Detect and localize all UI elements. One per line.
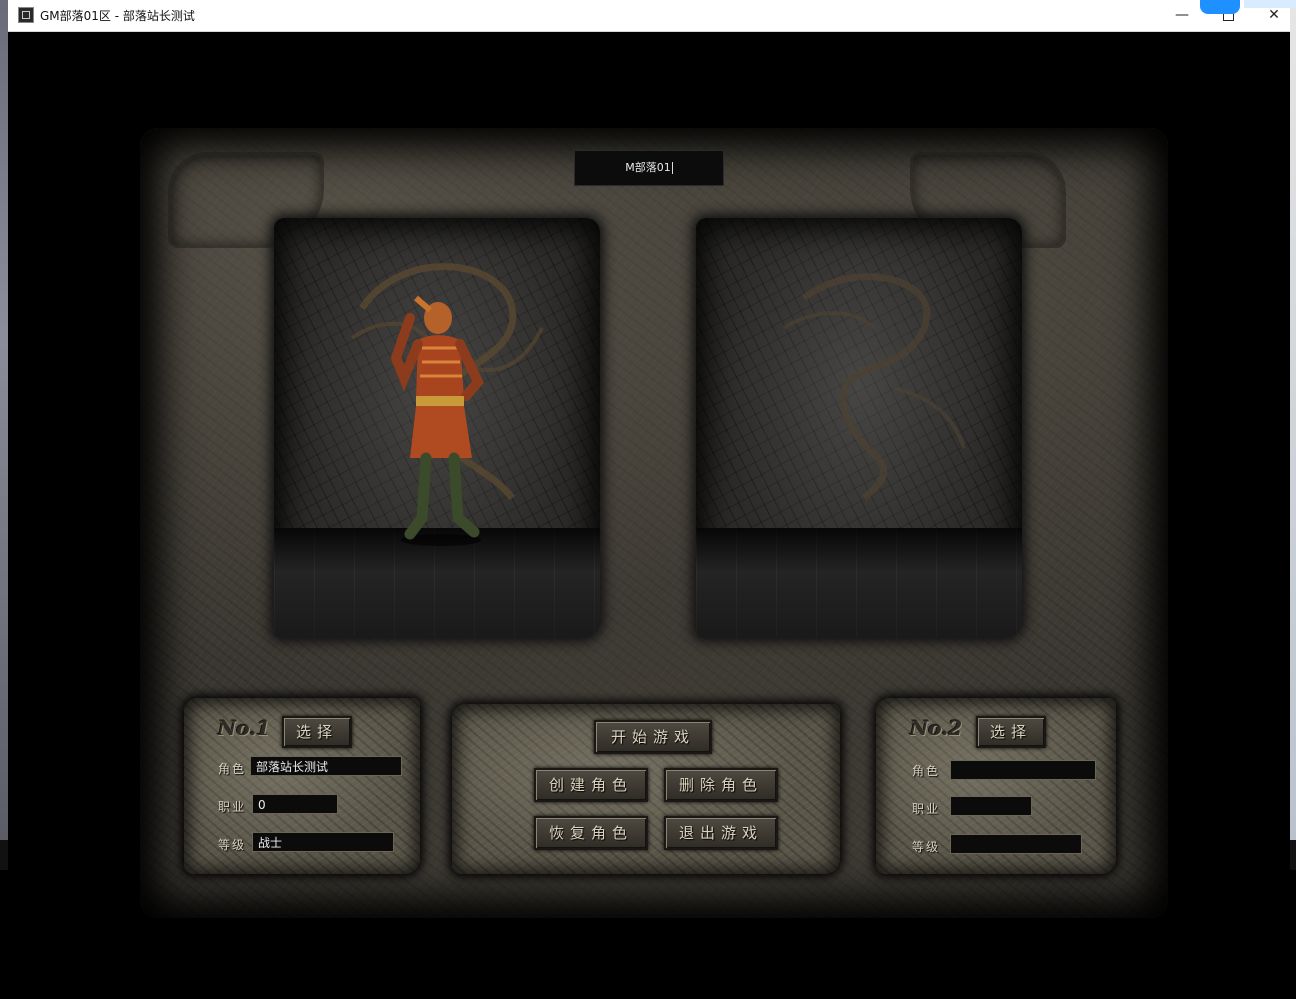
restore-character-button[interactable]: 恢复角色: [534, 816, 648, 850]
text-caret: [671, 162, 673, 174]
game-canvas[interactable]: M部落01 No.1 选择 角色 部落站长测试 职业 0 等级 战士 开始游戏 …: [8, 32, 1290, 992]
start-game-button[interactable]: 开始游戏: [594, 720, 712, 754]
overlay-notification[interactable]: [1244, 0, 1296, 8]
overlay-badge[interactable]: [1200, 0, 1240, 14]
character-panel-2[interactable]: [696, 218, 1022, 638]
slot-1-level-field: 战士: [252, 832, 394, 852]
window-titlebar[interactable]: GM部落01区 - 部落站长测试 — ✕: [8, 0, 1290, 32]
slot-1-role-label: 角色: [218, 762, 247, 776]
slot-1-job-field: 0: [252, 794, 338, 814]
slot-1-level-label: 等级: [218, 838, 247, 852]
character-panel-1[interactable]: [274, 218, 600, 638]
create-character-button[interactable]: 创建角色: [534, 768, 648, 802]
app-icon: [18, 7, 34, 23]
slot-2-number: No.2: [910, 716, 963, 740]
slot-1-job-label: 职业: [218, 800, 247, 814]
desktop-edge-right: [1290, 0, 1296, 840]
window-title: GM部落01区 - 部落站长测试: [40, 9, 195, 23]
slot-2-role-label: 角色: [912, 764, 941, 778]
warrior-character-icon[interactable]: [386, 278, 496, 548]
dragon-emblem-icon: [782, 273, 966, 501]
slot-2-level-label: 等级: [912, 840, 941, 854]
slot-2-role-field: [950, 760, 1096, 780]
slot-1-number: No.1: [218, 716, 271, 740]
delete-character-button[interactable]: 删除角色: [664, 768, 778, 802]
slot-1-select-button[interactable]: 选择: [282, 716, 352, 748]
slot-2-job-field: [950, 796, 1032, 816]
slot-1-role-field: 部落站长测试: [250, 756, 402, 776]
desktop-edge-left: [0, 0, 8, 840]
slot-2-select-button[interactable]: 选择: [976, 716, 1046, 748]
slot-2-job-label: 职业: [912, 802, 941, 816]
panel-floor: [696, 528, 1022, 638]
slot-2-level-field: [950, 834, 1082, 854]
minimize-button[interactable]: —: [1159, 0, 1205, 31]
exit-game-button[interactable]: 退出游戏: [664, 816, 778, 850]
server-name: M部落01: [625, 161, 671, 174]
server-name-box: M部落01: [574, 150, 724, 186]
